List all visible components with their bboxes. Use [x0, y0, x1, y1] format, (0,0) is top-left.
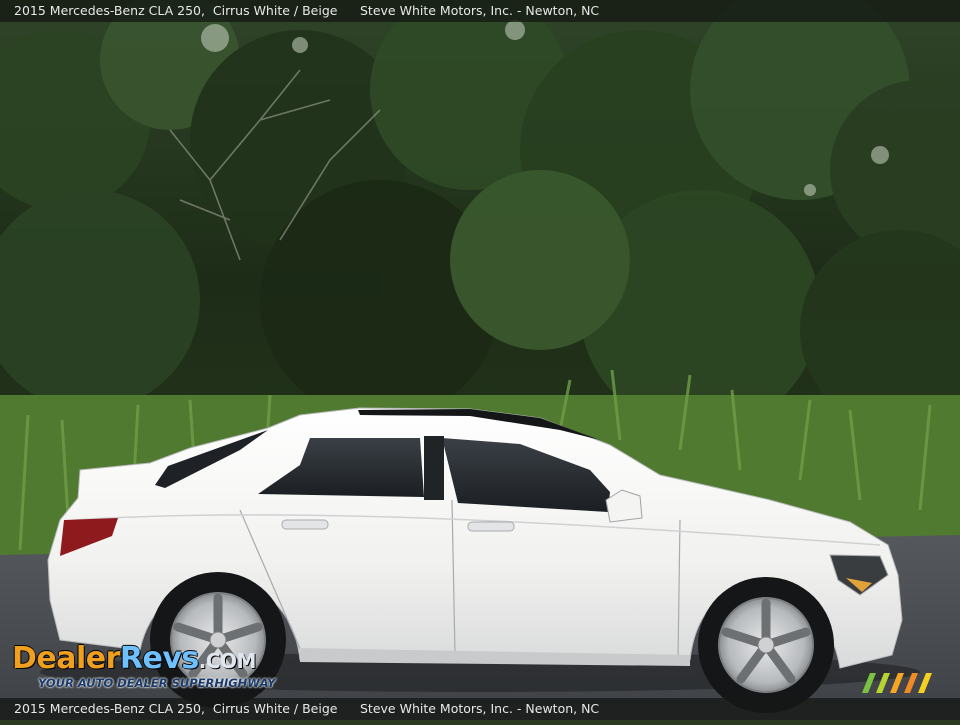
logo-tagline: YOUR AUTO DEALER SUPERHIGHWAY: [38, 676, 276, 690]
caption-bar-top: 2015 Mercedes-Benz CLA 250, Cirrus White…: [0, 0, 960, 22]
caption-vehicle: 2015 Mercedes-Benz CLA 250, Cirrus White…: [14, 0, 337, 22]
photo-scene: [0, 0, 960, 720]
front-wheel: [698, 577, 834, 713]
vehicle-title: 2015 Mercedes-Benz CLA 250,: [14, 3, 205, 18]
caption-vehicle-bottom: 2015 Mercedes-Benz CLA 250, Cirrus White…: [14, 698, 337, 720]
logo-dealer-text: Dealer: [12, 641, 120, 676]
caption-dealer: Steve White Motors, Inc. - Newton, NC: [360, 3, 600, 18]
caption-dealer-bottom: Steve White Motors, Inc. - Newton, NC: [360, 701, 600, 716]
logo-wordmark: DealerRevs.COM: [12, 640, 256, 680]
car-photo: [0, 0, 960, 720]
front-door-handle: [467, 521, 515, 532]
vehicle-color: Cirrus White / Beige: [212, 3, 338, 18]
vehicle-title-bottom: 2015 Mercedes-Benz CLA 250,: [14, 701, 205, 716]
rear-door-handle: [281, 519, 329, 530]
logo-revs-text: Revs: [119, 641, 199, 676]
b-pillar: [424, 436, 444, 500]
caption-bar-bottom: 2015 Mercedes-Benz CLA 250, Cirrus White…: [0, 698, 960, 720]
vehicle-color-bottom: Cirrus White / Beige: [212, 701, 338, 716]
logo-tld-text: .COM: [198, 649, 257, 673]
dealerrevs-watermark-logo: DealerRevs.COM YOUR AUTO DEALER SUPERHIG…: [12, 640, 276, 696]
stripes-logo-icon: [862, 673, 932, 693]
